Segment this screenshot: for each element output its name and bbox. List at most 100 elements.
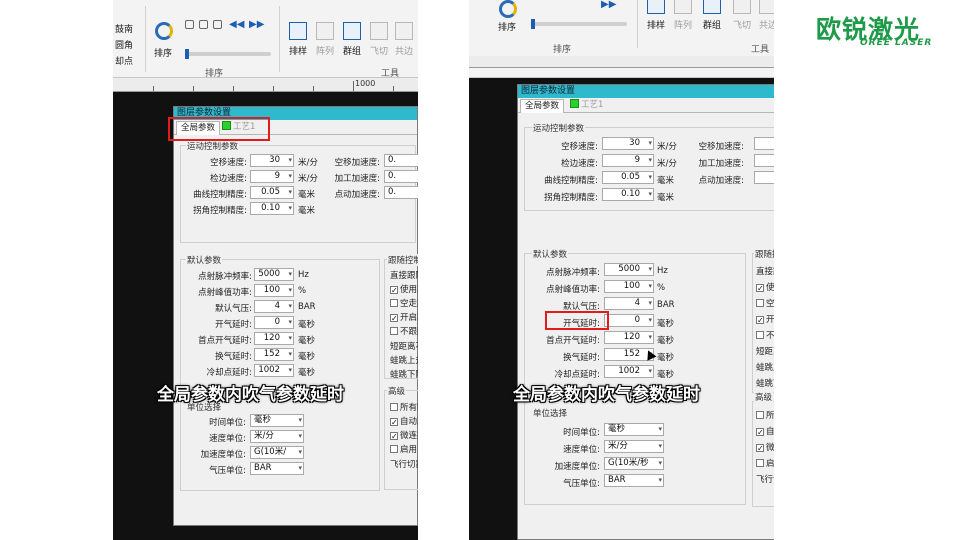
advanced-check-1[interactable]: 所有图层 <box>390 401 418 413</box>
ribbon-left-item-2[interactable]: 圆角 <box>115 38 133 51</box>
jog-accel-field[interactable] <box>754 171 774 184</box>
sort-button-label[interactable]: 排序 <box>154 46 172 59</box>
row-label: 空移速度: <box>210 158 247 168</box>
default-pressure-field[interactable]: 4 ▾ <box>604 297 654 310</box>
dialog-title: 图层参数设置 <box>518 85 774 98</box>
row-label: 曲线控制精度: <box>193 190 247 200</box>
gas-change-delay-field[interactable]: 152 ▾ <box>254 348 294 361</box>
order-icon-1[interactable] <box>185 20 194 29</box>
advanced-check-4[interactable]: 启用 <box>390 443 417 455</box>
tool-group[interactable]: 群组 <box>697 0 727 40</box>
sort-icon[interactable] <box>499 0 517 18</box>
process-accel-field[interactable]: 0. <box>384 170 418 183</box>
peak-power-field[interactable]: 100 ▾ <box>604 280 654 293</box>
speed-unit-select[interactable]: 米/分 ▾ <box>250 430 304 443</box>
row-label: 拐角控制精度: <box>544 193 598 203</box>
travel-accel-field[interactable]: 0. <box>384 154 418 167</box>
sort-button-label[interactable]: 排序 <box>498 20 516 33</box>
cooling-delay-field[interactable]: 1002 ▾ <box>254 364 294 377</box>
advanced-check-1[interactable]: 所有图层 <box>756 409 774 421</box>
edge-speed-field[interactable]: 9 ▾ <box>602 154 654 167</box>
tool-group[interactable]: 群组 <box>337 20 367 66</box>
ribbon-left-item-1[interactable]: 鼓南 <box>115 22 133 35</box>
advanced-check-4[interactable]: 启用 <box>756 457 774 469</box>
row-label: 点动加速度: <box>334 190 380 200</box>
travel-speed-field[interactable]: 30 ▾ <box>602 137 654 150</box>
pressure-unit-select[interactable]: BAR ▾ <box>250 462 304 475</box>
pulse-frequency-field[interactable]: 5000 ▾ <box>254 268 294 281</box>
tab-process-1[interactable]: 工艺1 <box>566 99 607 113</box>
follow-check-3[interactable]: ✓开启跟随 <box>390 311 418 323</box>
ribbon-toolbar: 鼓南 圆角 却点 排序 ◀◀ ▶▶ 排序 排样 阵列 群组 飞切 共边 工具 <box>113 0 418 79</box>
travel-accel-field[interactable] <box>754 137 774 150</box>
follow-check-1[interactable]: ✓使用跟随 <box>390 283 418 295</box>
advanced-check-2[interactable]: ✓自动冷却 <box>756 425 774 437</box>
gas-on-delay-field[interactable]: 0 ▾ <box>604 314 654 327</box>
unit-label: 毫秒 <box>657 353 675 363</box>
row-label: 首点开气延时: <box>546 336 600 346</box>
follow-check-1[interactable]: ✓使用跟随 <box>756 281 774 293</box>
sort-slider[interactable] <box>531 19 627 29</box>
ribbon-left-item-3[interactable]: 却点 <box>115 54 133 67</box>
tab-global-params[interactable]: 全局参数 <box>520 99 565 113</box>
row-label: 加工加速度: <box>698 159 744 169</box>
corner-precision-field[interactable]: 0.10 ▾ <box>602 188 654 201</box>
first-point-gas-delay-field[interactable]: 120 ▾ <box>254 332 294 345</box>
row-label: 点射脉冲频率: <box>546 268 600 278</box>
process-color-swatch <box>570 99 579 108</box>
corner-precision-field[interactable]: 0.10 ▾ <box>250 202 294 215</box>
process-accel-field[interactable] <box>754 154 774 167</box>
tool-array[interactable]: 阵列 <box>668 0 698 40</box>
advanced-group-title: 高级 <box>387 385 407 397</box>
edge-speed-field[interactable]: 9 ▾ <box>250 170 294 183</box>
follow-line-1: 短距离不抬 <box>390 342 418 352</box>
row-label: 换气延时: <box>563 353 600 363</box>
jog-accel-field[interactable]: 0. <box>384 186 418 199</box>
order-icon-3[interactable] <box>213 20 222 29</box>
tool-nesting[interactable]: 排样 <box>283 20 313 66</box>
move-next-icon[interactable]: ▶▶ <box>601 0 616 10</box>
sort-icon[interactable] <box>155 22 173 40</box>
default-pressure-field[interactable]: 4 ▾ <box>254 300 294 313</box>
gas-on-delay-field[interactable]: 0 ▾ <box>254 316 294 329</box>
sort-slider[interactable] <box>185 49 271 59</box>
tool-common-edge[interactable]: 共边 <box>753 0 774 40</box>
speed-unit-select[interactable]: 米/分 ▾ <box>604 440 664 453</box>
accel-unit-select[interactable]: G(10米/秒^2)▾ <box>604 457 664 470</box>
pulse-frequency-field[interactable]: 5000 ▾ <box>604 263 654 276</box>
move-prev-icon[interactable]: ◀◀ <box>229 20 244 30</box>
pressure-unit-select[interactable]: BAR ▾ <box>604 474 664 487</box>
row-label: 速度单位: <box>563 445 600 455</box>
advanced-footer: 飞行切割 <box>390 460 418 470</box>
tool-common-edge[interactable]: 共边 <box>389 20 418 66</box>
row-label: 点射峰值功率: <box>546 285 600 295</box>
travel-speed-field[interactable]: 30 ▾ <box>250 154 294 167</box>
peak-power-field[interactable]: 100 ▾ <box>254 284 294 297</box>
row-label: 拐角控制精度: <box>193 206 247 216</box>
unit-label: BAR <box>298 302 316 312</box>
tool-array[interactable]: 阵列 <box>310 20 340 66</box>
advanced-check-3[interactable]: ✓微连接 <box>756 441 774 453</box>
order-icon-2[interactable] <box>199 20 208 29</box>
tool-nesting[interactable]: 排样 <box>641 0 671 40</box>
follow-check-2[interactable]: 空走跟随 <box>756 297 774 309</box>
row-label: 加速度单位: <box>554 462 600 472</box>
curve-precision-field[interactable]: 0.05 ▾ <box>250 186 294 199</box>
cooling-delay-field[interactable]: 1002 ▾ <box>604 365 654 378</box>
follow-check-3[interactable]: ✓开启跟随 <box>756 313 774 325</box>
time-unit-select[interactable]: 毫秒 ▾ <box>604 423 664 436</box>
advanced-check-3[interactable]: ✓微连接 <box>390 429 418 441</box>
row-label: 默认气压: <box>215 304 252 314</box>
advanced-check-2[interactable]: ✓自动冷却 <box>390 415 418 427</box>
curve-precision-field[interactable]: 0.05 ▾ <box>602 171 654 184</box>
time-unit-select[interactable]: 毫秒 ▾ <box>250 414 304 427</box>
follow-check-4[interactable]: 不跟随 <box>756 329 774 341</box>
follow-check-2[interactable]: 空走跟随 <box>390 297 418 309</box>
unit-label: % <box>298 286 307 296</box>
row-label: 点射峰值功率: <box>198 288 252 298</box>
accel-unit-select[interactable]: G(10米/秒^2)▾ <box>250 446 304 459</box>
follow-check-4[interactable]: 不跟随 <box>390 325 418 337</box>
first-point-gas-delay-field[interactable]: 120 ▾ <box>604 331 654 344</box>
row-label: 冷却点延时: <box>206 368 252 378</box>
move-next-icon[interactable]: ▶▶ <box>249 20 264 30</box>
